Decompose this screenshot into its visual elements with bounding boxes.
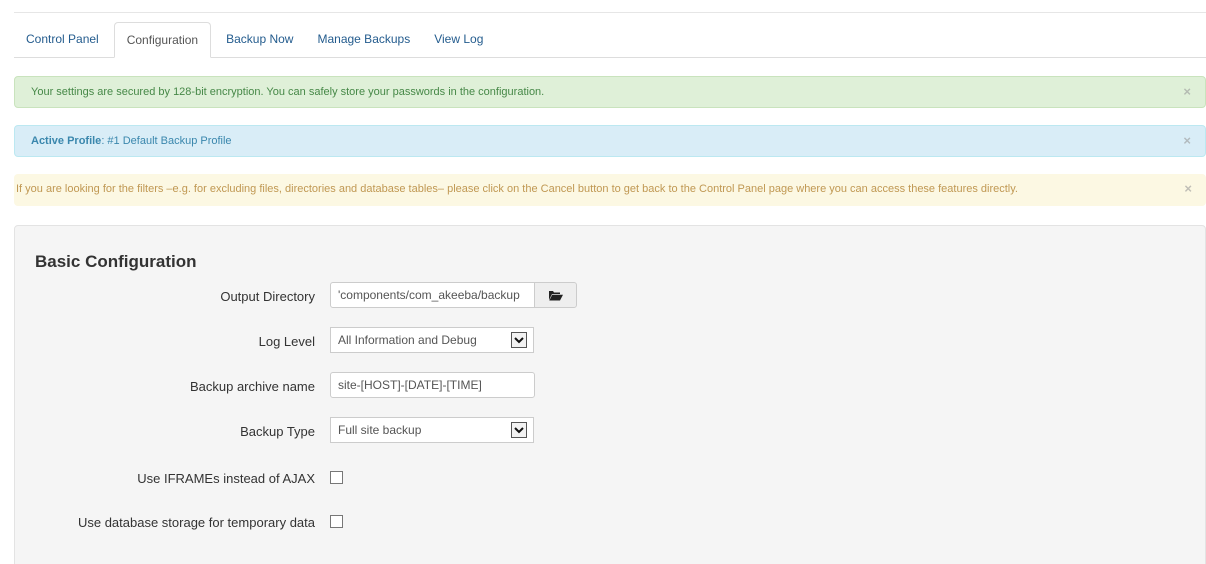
backup-type-label: Backup Type [240, 424, 315, 439]
tab-backup-now[interactable]: Backup Now [214, 22, 305, 57]
output-directory-input[interactable]: 'components/com_akeeba/backup [330, 282, 535, 308]
section-title: Basic Configuration [35, 252, 197, 271]
use-db-storage-label: Use database storage for temporary data [77, 515, 315, 530]
top-divider [14, 12, 1206, 13]
folder-open-icon [548, 290, 563, 300]
tab-bar: Control Panel Configuration Backup Now M… [14, 22, 1206, 58]
archive-name-group: site-[HOST]-[DATE]-[TIME] [330, 372, 535, 398]
close-icon[interactable]: × [1184, 174, 1192, 204]
active-profile-alert: Active Profile: #1 Default Backup Profil… [14, 125, 1206, 157]
archive-name-row: Backup archive name site-[HOST]-[DATE]-[… [15, 372, 1205, 402]
encryption-alert-text: Your settings are secured by 128-bit enc… [31, 86, 545, 98]
chevron-down-icon [511, 332, 527, 348]
output-directory-label: Output Directory [220, 289, 315, 304]
log-level-row: Log Level All Information and Debug [15, 327, 1205, 357]
tab-manage-backups[interactable]: Manage Backups [305, 22, 422, 57]
tab-view-log[interactable]: View Log [422, 22, 495, 57]
use-db-storage-row: Use database storage for temporary data [15, 508, 1205, 538]
output-directory-row: Output Directory 'components/com_akeeba/… [15, 282, 1205, 312]
archive-name-input[interactable]: site-[HOST]-[DATE]-[TIME] [330, 372, 535, 398]
use-iframes-row: Use IFRAMEs instead of AJAX [15, 464, 1205, 494]
use-iframes-group [330, 464, 343, 484]
backup-type-value: Full site backup [338, 423, 422, 437]
use-iframes-label: Use IFRAMEs instead of AJAX [137, 471, 315, 486]
browse-folder-button[interactable] [534, 282, 577, 308]
filters-alert: If you are looking for the filters –e.g.… [14, 174, 1206, 206]
use-iframes-checkbox[interactable] [330, 471, 343, 484]
archive-name-label: Backup archive name [189, 379, 315, 394]
chevron-down-icon [511, 422, 527, 438]
use-db-storage-group [330, 508, 343, 528]
use-db-storage-checkbox[interactable] [330, 515, 343, 528]
active-profile-value: : #1 Default Backup Profile [101, 135, 232, 147]
log-level-select[interactable]: All Information and Debug [330, 327, 534, 353]
tab-control-panel[interactable]: Control Panel [14, 22, 111, 57]
close-icon[interactable]: × [1183, 77, 1191, 107]
tab-configuration[interactable]: Configuration [113, 22, 212, 58]
encryption-alert: Your settings are secured by 128-bit enc… [14, 76, 1206, 108]
backup-type-select[interactable]: Full site backup [330, 417, 534, 443]
active-profile-label: Active Profile [31, 135, 102, 147]
basic-configuration-panel: Basic Configuration Output Directory 'co… [14, 225, 1206, 564]
close-icon[interactable]: × [1183, 126, 1191, 156]
filters-alert-text: If you are looking for the filters –e.g.… [16, 183, 1018, 195]
backup-type-row: Backup Type Full site backup [15, 417, 1205, 447]
log-level-value: All Information and Debug [338, 333, 477, 347]
output-directory-group: 'components/com_akeeba/backup [330, 282, 578, 308]
log-level-label: Log Level [258, 334, 315, 349]
